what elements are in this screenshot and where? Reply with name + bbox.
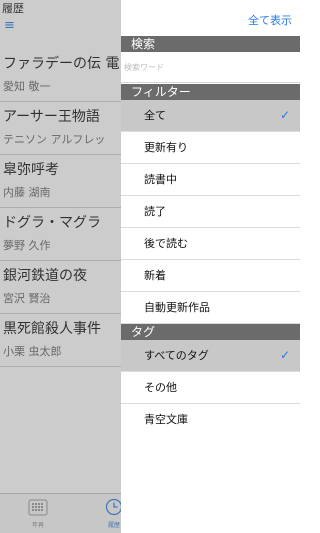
checkmark-icon: ✓ bbox=[279, 108, 290, 122]
search-section-header: 検索 bbox=[121, 36, 300, 52]
panel-empty-area bbox=[121, 435, 300, 533]
filter-item-reading[interactable]: 読書中 bbox=[121, 164, 300, 196]
filter-item-all[interactable]: 全て ✓ bbox=[121, 100, 300, 132]
filter-panel: 全て表示 検索 フィルター 全て ✓ 更新有り 読書中 読了 後で読む 新着 自… bbox=[121, 0, 300, 533]
tag-item-all[interactable]: すべてのタグ ✓ bbox=[121, 340, 300, 372]
filter-item-updated[interactable]: 更新有り bbox=[121, 132, 300, 164]
filter-item-label: 読書中 bbox=[144, 173, 177, 186]
search-box bbox=[121, 52, 300, 83]
filter-item-read-later[interactable]: 後で読む bbox=[121, 228, 300, 260]
tag-item-label: 青空文庫 bbox=[144, 413, 188, 426]
filter-item-label: 全て bbox=[144, 109, 166, 122]
checkmark-icon: ✓ bbox=[279, 348, 290, 362]
tag-item-label: すべてのタグ bbox=[144, 349, 209, 362]
panel-topbar: 全て表示 bbox=[121, 0, 300, 36]
filter-item-new[interactable]: 新着 bbox=[121, 260, 300, 292]
filter-item-label: 新着 bbox=[144, 269, 166, 282]
filter-item-label: 更新有り bbox=[144, 141, 188, 154]
filter-item-label: 読了 bbox=[144, 205, 166, 218]
tag-section-header: タグ bbox=[121, 324, 300, 340]
tag-item-label: その他 bbox=[144, 381, 177, 394]
filter-item-auto-update[interactable]: 自動更新作品 bbox=[121, 292, 300, 324]
filter-section-header: フィルター bbox=[121, 84, 300, 100]
show-all-button[interactable]: 全て表示 bbox=[248, 13, 292, 29]
filter-item-label: 後で読む bbox=[144, 237, 188, 250]
filter-item-finished[interactable]: 読了 bbox=[121, 196, 300, 228]
tag-item-aozora[interactable]: 青空文庫 bbox=[121, 404, 300, 436]
search-input[interactable] bbox=[121, 52, 291, 83]
tag-item-other[interactable]: その他 bbox=[121, 372, 300, 404]
filter-item-label: 自動更新作品 bbox=[144, 301, 210, 314]
